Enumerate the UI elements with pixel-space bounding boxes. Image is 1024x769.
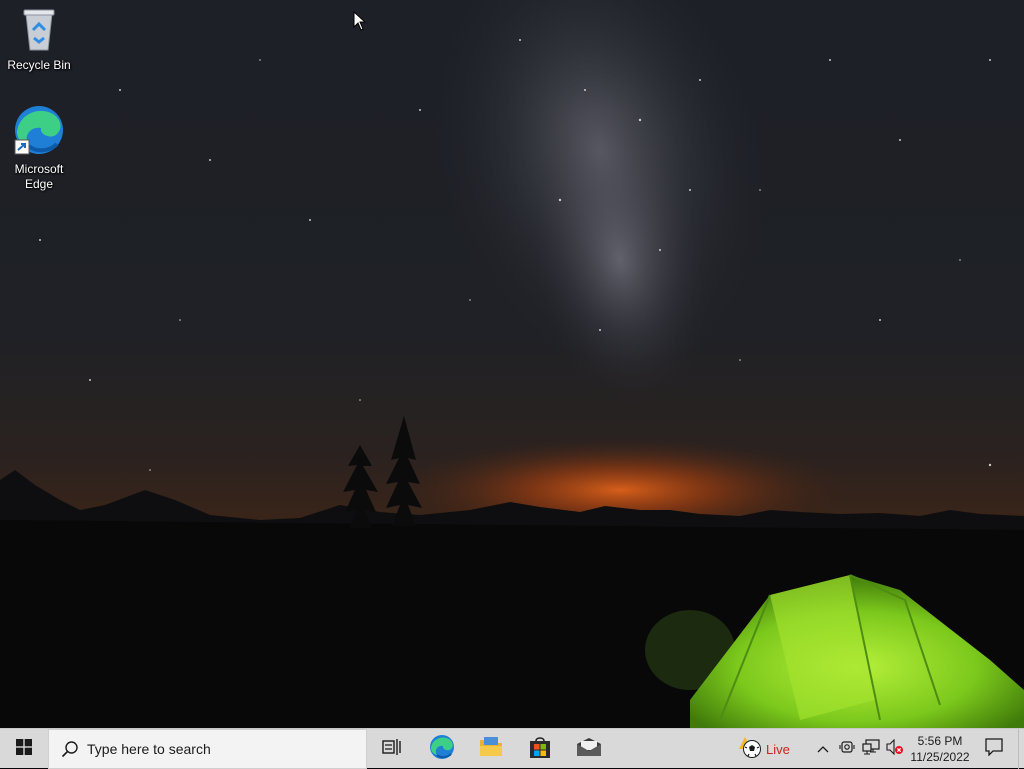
show-desktop-button[interactable]	[1018, 729, 1024, 769]
edge-icon	[1, 104, 77, 160]
taskbar-edge-button[interactable]	[418, 729, 466, 769]
action-center-button[interactable]	[976, 729, 1012, 769]
network-icon	[862, 738, 880, 760]
desktop-icon-label: Microsoft Edge	[14, 162, 64, 191]
clock-date: 11/25/2022	[910, 750, 970, 764]
store-icon	[528, 735, 552, 764]
search-placeholder: Type here to search	[87, 741, 211, 757]
live-label: Live	[766, 741, 790, 757]
meet-now-icon	[839, 739, 855, 760]
folder-icon	[479, 736, 503, 763]
desktop-wallpaper	[0, 0, 1024, 728]
taskbar-search-box[interactable]: Type here to search	[48, 729, 367, 769]
task-view-button[interactable]	[368, 729, 416, 769]
clock-time: 5:56 PM	[917, 734, 963, 748]
taskbar-mail-button[interactable]	[565, 729, 613, 769]
tray-meet-now-button[interactable]	[836, 729, 858, 769]
desktop-icon-label: Recycle Bin	[7, 58, 71, 72]
start-button[interactable]	[0, 729, 48, 769]
taskbar-store-button[interactable]	[516, 729, 564, 769]
notification-icon	[985, 737, 1003, 761]
mouse-cursor-icon	[353, 10, 367, 36]
search-icon	[61, 740, 79, 758]
volume-muted-icon	[886, 738, 904, 760]
taskbar-clock[interactable]: 5:56 PM 11/25/2022	[906, 729, 974, 769]
tray-network-button[interactable]	[860, 729, 882, 769]
weather-news-widget[interactable]: Live	[736, 729, 806, 769]
recycle-bin-icon	[1, 6, 77, 56]
tray-volume-button[interactable]	[884, 729, 906, 769]
taskbar: Type here to search Live 5:56 PM 11/25/2…	[0, 728, 1024, 769]
show-hidden-icons-button[interactable]	[812, 729, 834, 769]
desktop-icon-microsoft-edge[interactable]: Microsoft Edge	[1, 104, 77, 192]
mail-icon	[576, 737, 602, 762]
edge-icon	[429, 734, 455, 765]
desktop-icon-recycle-bin[interactable]: Recycle Bin	[1, 6, 77, 73]
windows-logo-icon	[16, 738, 32, 760]
task-view-icon	[382, 738, 402, 761]
chevron-up-icon	[817, 740, 829, 758]
soccer-ball-icon	[736, 735, 762, 764]
taskbar-file-explorer-button[interactable]	[467, 729, 515, 769]
